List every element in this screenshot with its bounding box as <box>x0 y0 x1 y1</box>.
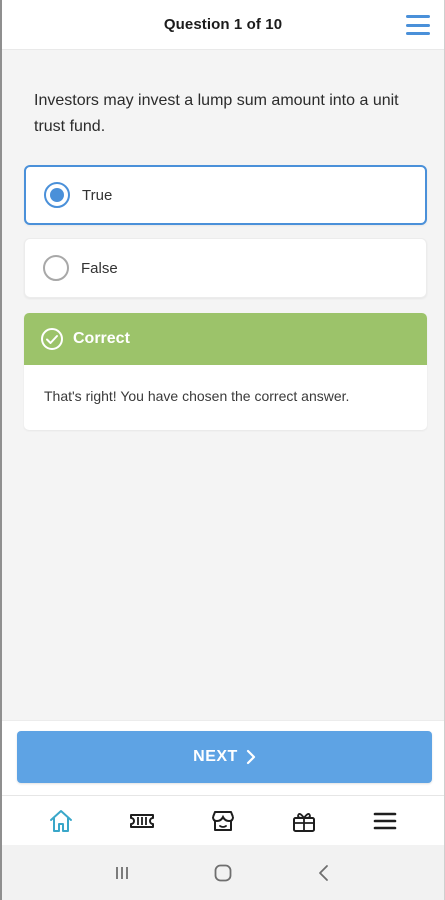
answer-option-false[interactable]: False <box>24 238 427 298</box>
bottom-tab-bar <box>2 795 444 845</box>
system-back-button[interactable] <box>304 853 344 893</box>
check-circle-icon <box>41 328 63 350</box>
next-bar: NEXT <box>2 720 444 795</box>
back-icon <box>318 864 328 881</box>
feedback-card: Correct That's right! You have chosen th… <box>24 313 427 430</box>
store-icon <box>211 810 234 831</box>
tab-rewards[interactable] <box>284 801 324 841</box>
home-circle-icon <box>214 864 232 881</box>
answer-option-true[interactable]: True <box>24 165 427 225</box>
recent-apps-button[interactable] <box>102 853 142 893</box>
question-text: Investors may invest a lump sum amount i… <box>34 92 399 135</box>
ticket-icon <box>129 813 154 828</box>
feedback-message: That's right! You have chosen the correc… <box>44 388 350 404</box>
next-button-label: NEXT <box>193 748 238 765</box>
recent-apps-icon <box>116 866 129 879</box>
gift-icon <box>293 812 316 832</box>
feedback-header: Correct <box>24 313 427 365</box>
home-icon <box>49 809 72 832</box>
tab-more[interactable] <box>365 801 405 841</box>
menu-icon <box>374 812 397 829</box>
next-button[interactable]: NEXT <box>17 731 432 783</box>
tab-tickets[interactable] <box>122 801 162 841</box>
answer-option-label: True <box>82 186 113 204</box>
app-screen: Question 1 of 10 Investors may invest a … <box>0 0 445 900</box>
page-title: Question 1 of 10 <box>163 16 283 33</box>
feedback-title: Correct <box>73 330 130 347</box>
tab-home[interactable] <box>41 801 81 841</box>
chevron-right-icon <box>246 749 255 765</box>
radio-selected-icon[interactable] <box>44 182 70 208</box>
answer-option-label: False <box>81 259 118 277</box>
hamburger-menu-icon[interactable] <box>406 15 430 35</box>
radio-unselected-icon[interactable] <box>43 255 69 281</box>
system-home-button[interactable] <box>203 853 243 893</box>
top-bar: Question 1 of 10 <box>2 0 444 50</box>
system-navigation-bar <box>2 845 444 900</box>
tab-store[interactable] <box>203 801 243 841</box>
